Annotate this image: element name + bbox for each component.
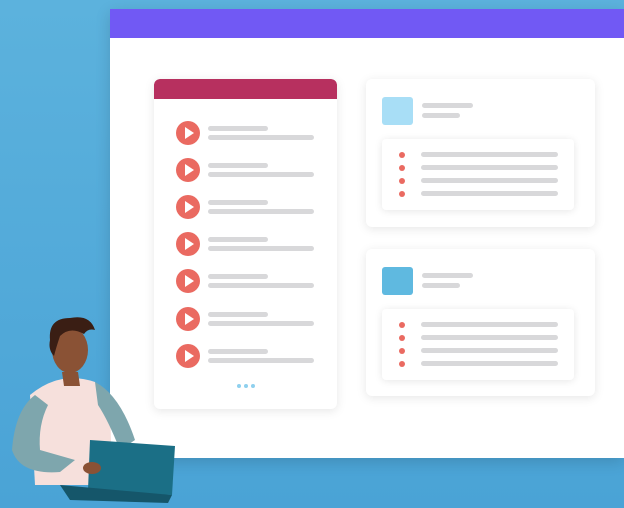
list-item-placeholder [421, 335, 558, 340]
panel-title-placeholder [422, 103, 473, 108]
bullet-list [382, 139, 574, 210]
person-with-laptop-illustration [12, 317, 175, 503]
play-icon[interactable] [176, 269, 200, 293]
item-title-placeholder [208, 349, 268, 354]
item-subtitle-placeholder [208, 283, 314, 288]
item-title-placeholder [208, 312, 268, 317]
list-item-placeholder [421, 361, 558, 366]
item-title-placeholder [208, 200, 268, 205]
playlist-item[interactable] [176, 121, 321, 145]
panel-subtitle-placeholder [422, 113, 460, 118]
item-subtitle-placeholder [208, 172, 314, 177]
content-panel [366, 79, 595, 227]
hand [83, 462, 101, 474]
neck [62, 372, 80, 386]
item-subtitle-placeholder [208, 321, 314, 326]
window-title-bar [110, 9, 624, 38]
item-subtitle-placeholder [208, 246, 314, 251]
playlist-item[interactable] [176, 232, 321, 256]
playlist-item[interactable] [176, 195, 321, 219]
list-item-placeholder [421, 178, 558, 183]
bullet-list [382, 309, 574, 380]
bullet-icon [399, 152, 405, 158]
list-item-placeholder [421, 165, 558, 170]
bullet-icon [399, 178, 405, 184]
laptop [88, 440, 175, 495]
bullet-icon [399, 335, 405, 341]
item-title-placeholder [208, 163, 268, 168]
playlist-item[interactable] [176, 269, 321, 293]
playlist-header [154, 79, 337, 99]
item-title-placeholder [208, 237, 268, 242]
ellipsis-icon[interactable] [237, 384, 257, 390]
item-subtitle-placeholder [208, 135, 314, 140]
panel-subtitle-placeholder [422, 283, 460, 288]
content-panel [366, 249, 595, 396]
item-title-placeholder [208, 274, 268, 279]
list-item-placeholder [421, 322, 558, 327]
play-icon[interactable] [176, 121, 200, 145]
item-title-placeholder [208, 126, 268, 131]
thumbnail [382, 267, 413, 295]
bullet-icon [399, 361, 405, 367]
play-icon[interactable] [176, 232, 200, 256]
play-icon[interactable] [176, 158, 200, 182]
panel-title-placeholder [422, 273, 473, 278]
bullet-icon [399, 348, 405, 354]
bullet-icon [399, 322, 405, 328]
playlist-item[interactable] [176, 158, 321, 182]
list-item-placeholder [421, 348, 558, 353]
item-subtitle-placeholder [208, 358, 314, 363]
thumbnail [382, 97, 413, 125]
bullet-icon [399, 191, 405, 197]
bullet-icon [399, 165, 405, 171]
list-item-placeholder [421, 152, 558, 157]
list-item-placeholder [421, 191, 558, 196]
play-icon[interactable] [176, 195, 200, 219]
item-subtitle-placeholder [208, 209, 314, 214]
